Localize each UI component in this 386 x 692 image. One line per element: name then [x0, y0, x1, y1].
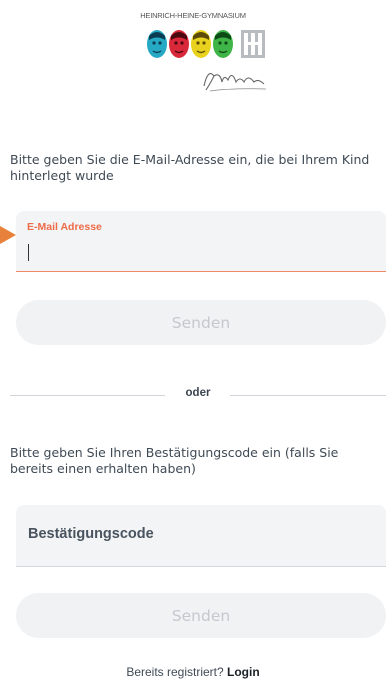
email-field[interactable]: E-Mail Adresse	[16, 211, 386, 272]
send-email-button[interactable]: Senden	[16, 300, 386, 345]
school-portraits-logo-icon	[147, 30, 265, 58]
school-name: HEINRICH-HEINE-GYMNASIUM	[140, 11, 246, 20]
pointer-arrow-icon	[0, 226, 16, 244]
login-prompt: Bereits registriert? Login	[0, 665, 386, 679]
divider-label: oder	[185, 387, 211, 399]
confirmation-code-field[interactable]: Bestätigungscode	[16, 505, 386, 567]
confirmation-code-placeholder: Bestätigungscode	[28, 526, 154, 542]
heine-signature-icon	[203, 73, 267, 92]
code-instructions: Bitte geben Sie Ihren Bestätigungscode e…	[10, 445, 339, 476]
or-divider: oder	[10, 386, 386, 406]
divider-line-left	[10, 395, 165, 396]
send-code-button[interactable]: Senden	[16, 593, 386, 638]
divider-line-right	[230, 395, 386, 396]
already-registered-text: Bereits registriert?	[126, 665, 228, 679]
email-instructions: Bitte geben Sie die E-Mail-Adresse ein, …	[10, 152, 370, 183]
email-field-label: E-Mail Adresse	[27, 221, 102, 233]
text-cursor	[28, 244, 30, 261]
login-link[interactable]: Login	[227, 665, 260, 679]
school-logo: HEINRICH-HEINE-GYMNASIUM	[0, 0, 386, 110]
